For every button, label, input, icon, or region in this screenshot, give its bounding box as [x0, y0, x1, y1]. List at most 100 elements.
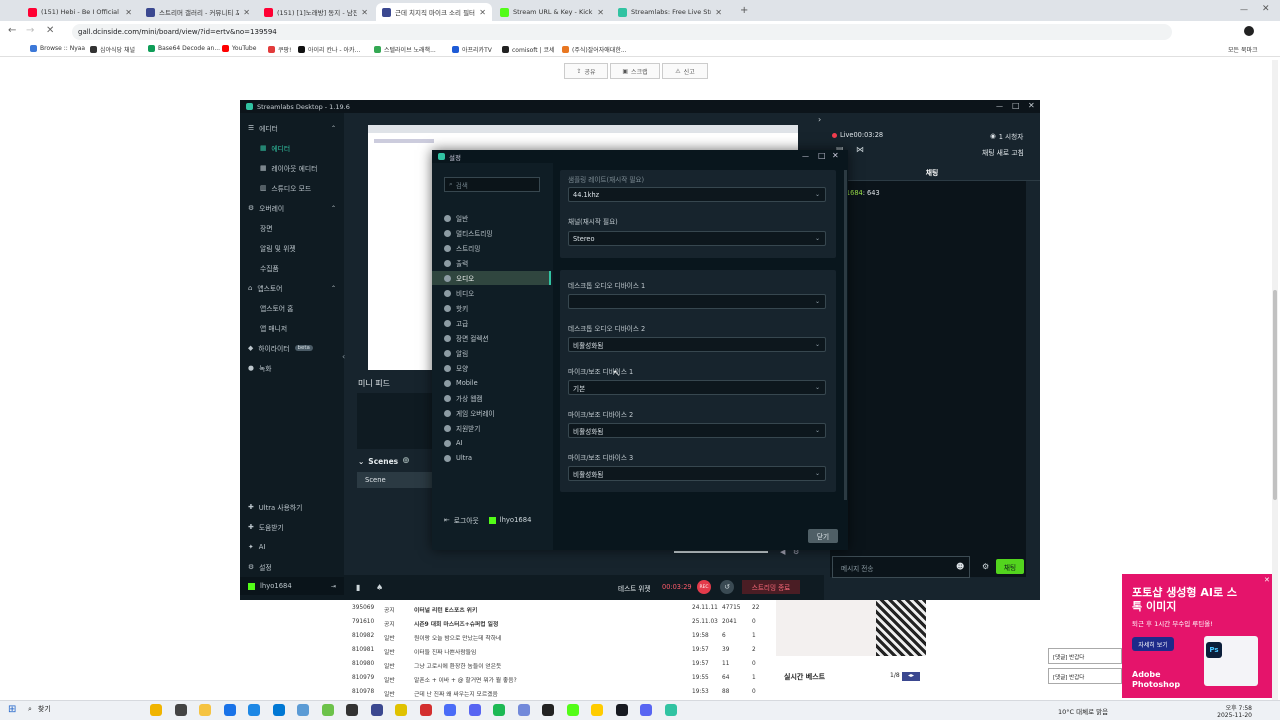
taskbar-app-icon[interactable]: [395, 704, 407, 716]
sidebar-item[interactable]: ● 녹화: [240, 360, 344, 376]
logout-row[interactable]: ⇤ 로그아웃 lhyo1684: [444, 515, 531, 525]
chat-settings-icon[interactable]: ⚙: [982, 562, 989, 571]
sidebar-item[interactable]: ⚙ 오버레이 ⌃: [240, 200, 344, 216]
report-button[interactable]: ⚠ 신고: [662, 63, 708, 79]
taskbar-app-icon[interactable]: [174, 704, 187, 716]
settings-nav-item[interactable]: 비디오: [432, 286, 551, 300]
sidebar-item[interactable]: ▦ 레이아웃 에디터: [240, 160, 344, 176]
emoji-icon[interactable]: ☻: [956, 562, 964, 571]
sl-minimize-button[interactable]: —: [996, 102, 1003, 110]
share-alt-icon[interactable]: ⋈: [856, 145, 864, 154]
settings-nav-item[interactable]: 장면 컬렉션: [432, 331, 551, 345]
taskbar-app-icon[interactable]: [664, 704, 677, 716]
scenes-caret-icon[interactable]: ⌄: [358, 457, 364, 466]
sidebar-user[interactable]: lhyo1684 ⇥: [240, 577, 344, 595]
sl-close-button[interactable]: ✕: [1028, 101, 1035, 110]
bookmark-item[interactable]: 쿠팡!: [268, 45, 291, 54]
sl-maximize-button[interactable]: □: [1012, 101, 1020, 110]
bookmark-item[interactable]: comisoft | 코세: [502, 45, 555, 54]
taskbar-app-icon[interactable]: [370, 704, 383, 716]
taskbar-app-icon[interactable]: [542, 704, 554, 716]
row-title[interactable]: 시즌9 대회 마스터즈+슈퍼컵 일정: [414, 619, 498, 628]
taskbar-app-icon[interactable]: [199, 704, 211, 716]
dlg-close-button[interactable]: ✕: [832, 151, 839, 160]
taskbar-app-icon[interactable]: [248, 704, 260, 716]
test-widget-button[interactable]: 테스트 위젯: [618, 583, 650, 593]
ad-close-icon[interactable]: ✕: [1264, 576, 1270, 584]
collapse-left-icon[interactable]: ‹: [342, 352, 345, 361]
chat-send-button[interactable]: 채팅: [996, 559, 1024, 574]
sidebar-item[interactable]: 앱 매니저: [240, 320, 344, 336]
browser-tab[interactable]: Streamlabs: Free Live Streamin ✕: [612, 3, 728, 21]
mic1-select[interactable]: 기본 ⌄: [568, 380, 826, 395]
sidebar-item[interactable]: 수집품: [240, 260, 344, 276]
sample-rate-select[interactable]: 44.1khz ⌄: [568, 187, 826, 202]
settings-nav-item[interactable]: 스트리밍: [432, 241, 551, 255]
settings-nav-item[interactable]: 지원받기: [432, 421, 551, 435]
taskbar-app-icon[interactable]: [640, 704, 652, 716]
chat-tab[interactable]: 채팅: [824, 163, 1040, 181]
board-row[interactable]: 810980 일반 그냥 고로시에 환장한 놈들이 얻은듯 19:57 11 0: [348, 659, 762, 672]
scene-item[interactable]: Scene: [357, 472, 433, 488]
row-title[interactable]: 근데 난 진짜 왜 싸우는지 모르겠음: [414, 689, 498, 698]
settings-scrollbar[interactable]: [844, 170, 847, 500]
realtime-nav-buttons[interactable]: ◂▸: [902, 672, 920, 681]
close-button[interactable]: 닫기: [808, 529, 838, 543]
sidebar-item[interactable]: ◆ 하이라이터 beta: [240, 340, 344, 356]
bookmark-item[interactable]: 아프리카TV: [452, 45, 492, 54]
back-icon[interactable]: ←: [8, 25, 16, 36]
row-title[interactable]: 알폰소 + 이바 + @ 할거면 뭐가 뭘 좋음?: [414, 675, 517, 684]
mic3-select[interactable]: 비활성화됨 ⌄: [568, 466, 826, 481]
sidebar-bottom-item[interactable]: ⚙ 설정: [240, 559, 344, 575]
board-row[interactable]: 791610 공지 시즌9 대회 마스터즈+슈퍼컵 일정 25.11.03 2041 0: [348, 617, 762, 630]
new-tab-button[interactable]: +: [740, 5, 748, 16]
windows-start-icon[interactable]: ⊞: [8, 704, 16, 715]
settings-nav-item[interactable]: 출력: [432, 256, 551, 270]
row-title[interactable]: 이터들 진짜 나쁜사람들임: [414, 647, 476, 656]
taskbar-app-icon[interactable]: [419, 704, 432, 716]
scrap-button[interactable]: ▣ 스크랩: [610, 63, 660, 79]
tab-close-icon[interactable]: ✕: [479, 8, 486, 17]
settings-nav-item[interactable]: 고급: [432, 316, 551, 330]
settings-nav-item[interactable]: 오디오: [432, 271, 551, 285]
bookmark-item[interactable]: 아이리 칸나 - 아카...: [298, 45, 360, 54]
settings-nav-item[interactable]: 핫키: [432, 301, 551, 315]
taskbar-app-icon[interactable]: [566, 704, 579, 716]
sidebar-bottom-item[interactable]: ✚ 도움받기: [240, 519, 344, 535]
dlg-maximize-button[interactable]: □: [818, 151, 826, 160]
bookmark-item[interactable]: 스텔라이브 노래책...: [374, 45, 436, 54]
bookmark-item[interactable]: (주식)잘어자애대한...: [562, 45, 627, 54]
browser-tab[interactable]: 근데 치지직 마이크 소리 필터 ✕: [376, 3, 492, 21]
close-window-button[interactable]: ✕: [1262, 4, 1270, 14]
sidebar-item[interactable]: 앱스토어 홈: [240, 300, 344, 316]
taskbar-app-icon[interactable]: [272, 704, 285, 716]
settings-nav-item[interactable]: AI: [432, 436, 551, 450]
page-scrollbar[interactable]: [1272, 60, 1278, 700]
comment-notice-1[interactable]: [댓글] 반갑다: [1048, 648, 1122, 664]
stats-icon[interactable]: ▮: [356, 583, 360, 592]
sidebar-bottom-item[interactable]: ✚ Ultra 사용하기: [240, 499, 344, 515]
browser-tab[interactable]: (151) [1]노래방] 동지 - 남진 ✕: [258, 3, 374, 21]
notification-icon[interactable]: ♠: [376, 583, 383, 592]
taskbar-app-icon[interactable]: [468, 704, 481, 716]
sidebar-item[interactable]: 장면: [240, 220, 344, 236]
bookmark-item[interactable]: YouTube: [222, 45, 256, 52]
expand-right-icon[interactable]: ›: [818, 115, 821, 124]
desktop1-select[interactable]: ⌄: [568, 294, 826, 309]
tab-close-icon[interactable]: ✕: [715, 8, 722, 17]
board-row[interactable]: 810979 일반 알폰소 + 이바 + @ 할거면 뭐가 뭘 좋음? 19:55 64…: [348, 673, 762, 686]
tab-close-icon[interactable]: ✕: [243, 8, 250, 17]
settings-nav-item[interactable]: 가상 웹캠: [432, 391, 551, 405]
board-row[interactable]: 810982 일반 원이랑 오늘 밤으로 만났는데 착하네 19:58 6 1: [348, 631, 762, 644]
bookmark-item[interactable]: Browse :: Nyaa: [30, 45, 85, 52]
share-button[interactable]: ⇪ 공유: [564, 63, 608, 79]
chat-refresh-button[interactable]: 채팅 새로 고침: [982, 147, 1024, 157]
taskbar-app-icon[interactable]: [297, 704, 309, 716]
channel-select[interactable]: Stereo ⌄: [568, 231, 826, 246]
taskbar-app-icon[interactable]: [346, 704, 358, 716]
tab-close-icon[interactable]: ✕: [125, 8, 132, 17]
url-input[interactable]: gall.dcinside.com/mini/board/view/?id=er…: [72, 24, 1172, 40]
browser-tab[interactable]: 스트리머 갤러리 - 커뮤니티 포 ✕: [140, 3, 256, 21]
settings-nav-item[interactable]: 멀티스트리밍: [432, 226, 551, 240]
board-row[interactable]: 395069 공지 이터널 리턴 E스포츠 위키 24.11.11 47715 22: [348, 603, 762, 616]
